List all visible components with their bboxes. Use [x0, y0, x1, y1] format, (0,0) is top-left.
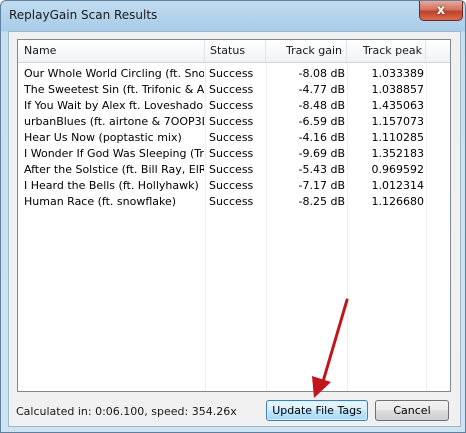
table-row[interactable]: The Sweetest Sin (ft. Trifonic & A... Su… — [18, 82, 450, 98]
track-gain: -6.59 dB — [298, 115, 346, 128]
track-peak: 1.352183 — [371, 147, 425, 160]
track-name: If You Wait by Alex ft. Loveshado... — [24, 99, 204, 112]
update-file-tags-button[interactable]: Update File Tags — [266, 400, 368, 421]
track-status: Success — [209, 163, 254, 176]
track-peak: 1.038857 — [371, 83, 425, 96]
track-peak: 1.012314 — [371, 179, 425, 192]
cancel-button[interactable]: Cancel — [375, 400, 449, 421]
track-name: Our Whole World Circling (ft. Sno... — [24, 67, 204, 80]
track-gain: -8.25 dB — [298, 195, 346, 208]
table-row[interactable]: urbanBlues (ft. airtone & 7OOP3D... Succ… — [18, 114, 450, 130]
dialog-body: Name Status Track gain Track peak Our Wh… — [8, 31, 461, 427]
track-peak: 1.435063 — [371, 99, 425, 112]
track-peak: 0.969592 — [371, 163, 425, 176]
list-header: Name Status Track gain Track peak — [18, 40, 450, 63]
table-row[interactable]: Human Race (ft. snowflake) Success -8.25… — [18, 194, 450, 210]
track-status: Success — [209, 83, 254, 96]
track-status: Success — [209, 115, 254, 128]
table-row[interactable]: I Wonder If God Was Sleeping (Tr... Succ… — [18, 146, 450, 162]
table-row[interactable]: After the Solstice (ft. Bill Ray, ElR...… — [18, 162, 450, 178]
title-bar[interactable]: ReplayGain Scan Results x — [1, 1, 465, 31]
dialog-window: ReplayGain Scan Results x Name Status Tr… — [0, 0, 466, 433]
track-name: After the Solstice (ft. Bill Ray, ElR... — [24, 163, 204, 176]
track-gain: -8.48 dB — [298, 99, 346, 112]
track-peak: 1.157073 — [371, 115, 425, 128]
scan-stats: Calculated in: 0:06.100, speed: 354.26x — [16, 405, 237, 418]
track-status: Success — [209, 67, 254, 80]
track-gain: -9.69 dB — [298, 147, 346, 160]
track-status: Success — [209, 131, 254, 144]
track-gain: -4.16 dB — [298, 131, 346, 144]
track-name: Hear Us Now (poptastic mix) — [24, 131, 182, 144]
track-name: Human Race (ft. snowflake) — [24, 195, 177, 208]
column-header-name[interactable]: Name — [18, 40, 205, 62]
track-name: I Wonder If God Was Sleeping (Tr... — [24, 147, 204, 160]
table-row[interactable]: Our Whole World Circling (ft. Sno... Suc… — [18, 66, 450, 82]
track-gain: -4.77 dB — [298, 83, 346, 96]
track-status: Success — [209, 179, 254, 192]
track-gain: -8.08 dB — [298, 67, 346, 80]
track-peak: 1.110285 — [371, 131, 425, 144]
results-list[interactable]: Name Status Track gain Track peak Our Wh… — [17, 39, 451, 392]
window-title: ReplayGain Scan Results — [9, 8, 158, 22]
column-header-track-gain[interactable]: Track gain — [266, 40, 347, 62]
track-name: I Heard the Bells (ft. Hollyhawk) — [24, 179, 199, 192]
track-gain: -7.17 dB — [298, 179, 346, 192]
track-gain: -5.43 dB — [298, 163, 346, 176]
close-button[interactable]: x — [419, 1, 463, 21]
track-peak: 1.033389 — [371, 67, 425, 80]
track-status: Success — [209, 147, 254, 160]
track-name: urbanBlues (ft. airtone & 7OOP3D... — [24, 115, 204, 128]
column-header-status[interactable]: Status — [205, 40, 266, 62]
track-status: Success — [209, 195, 254, 208]
column-header-track-peak[interactable]: Track peak — [347, 40, 426, 62]
track-status: Success — [209, 99, 254, 112]
table-row[interactable]: Hear Us Now (poptastic mix) Success -4.1… — [18, 130, 450, 146]
table-row[interactable]: I Heard the Bells (ft. Hollyhawk) Succes… — [18, 178, 450, 194]
close-icon: x — [436, 3, 446, 18]
table-row[interactable]: If You Wait by Alex ft. Loveshado... Suc… — [18, 98, 450, 114]
track-name: The Sweetest Sin (ft. Trifonic & A... — [24, 83, 204, 96]
track-peak: 1.126680 — [371, 195, 425, 208]
